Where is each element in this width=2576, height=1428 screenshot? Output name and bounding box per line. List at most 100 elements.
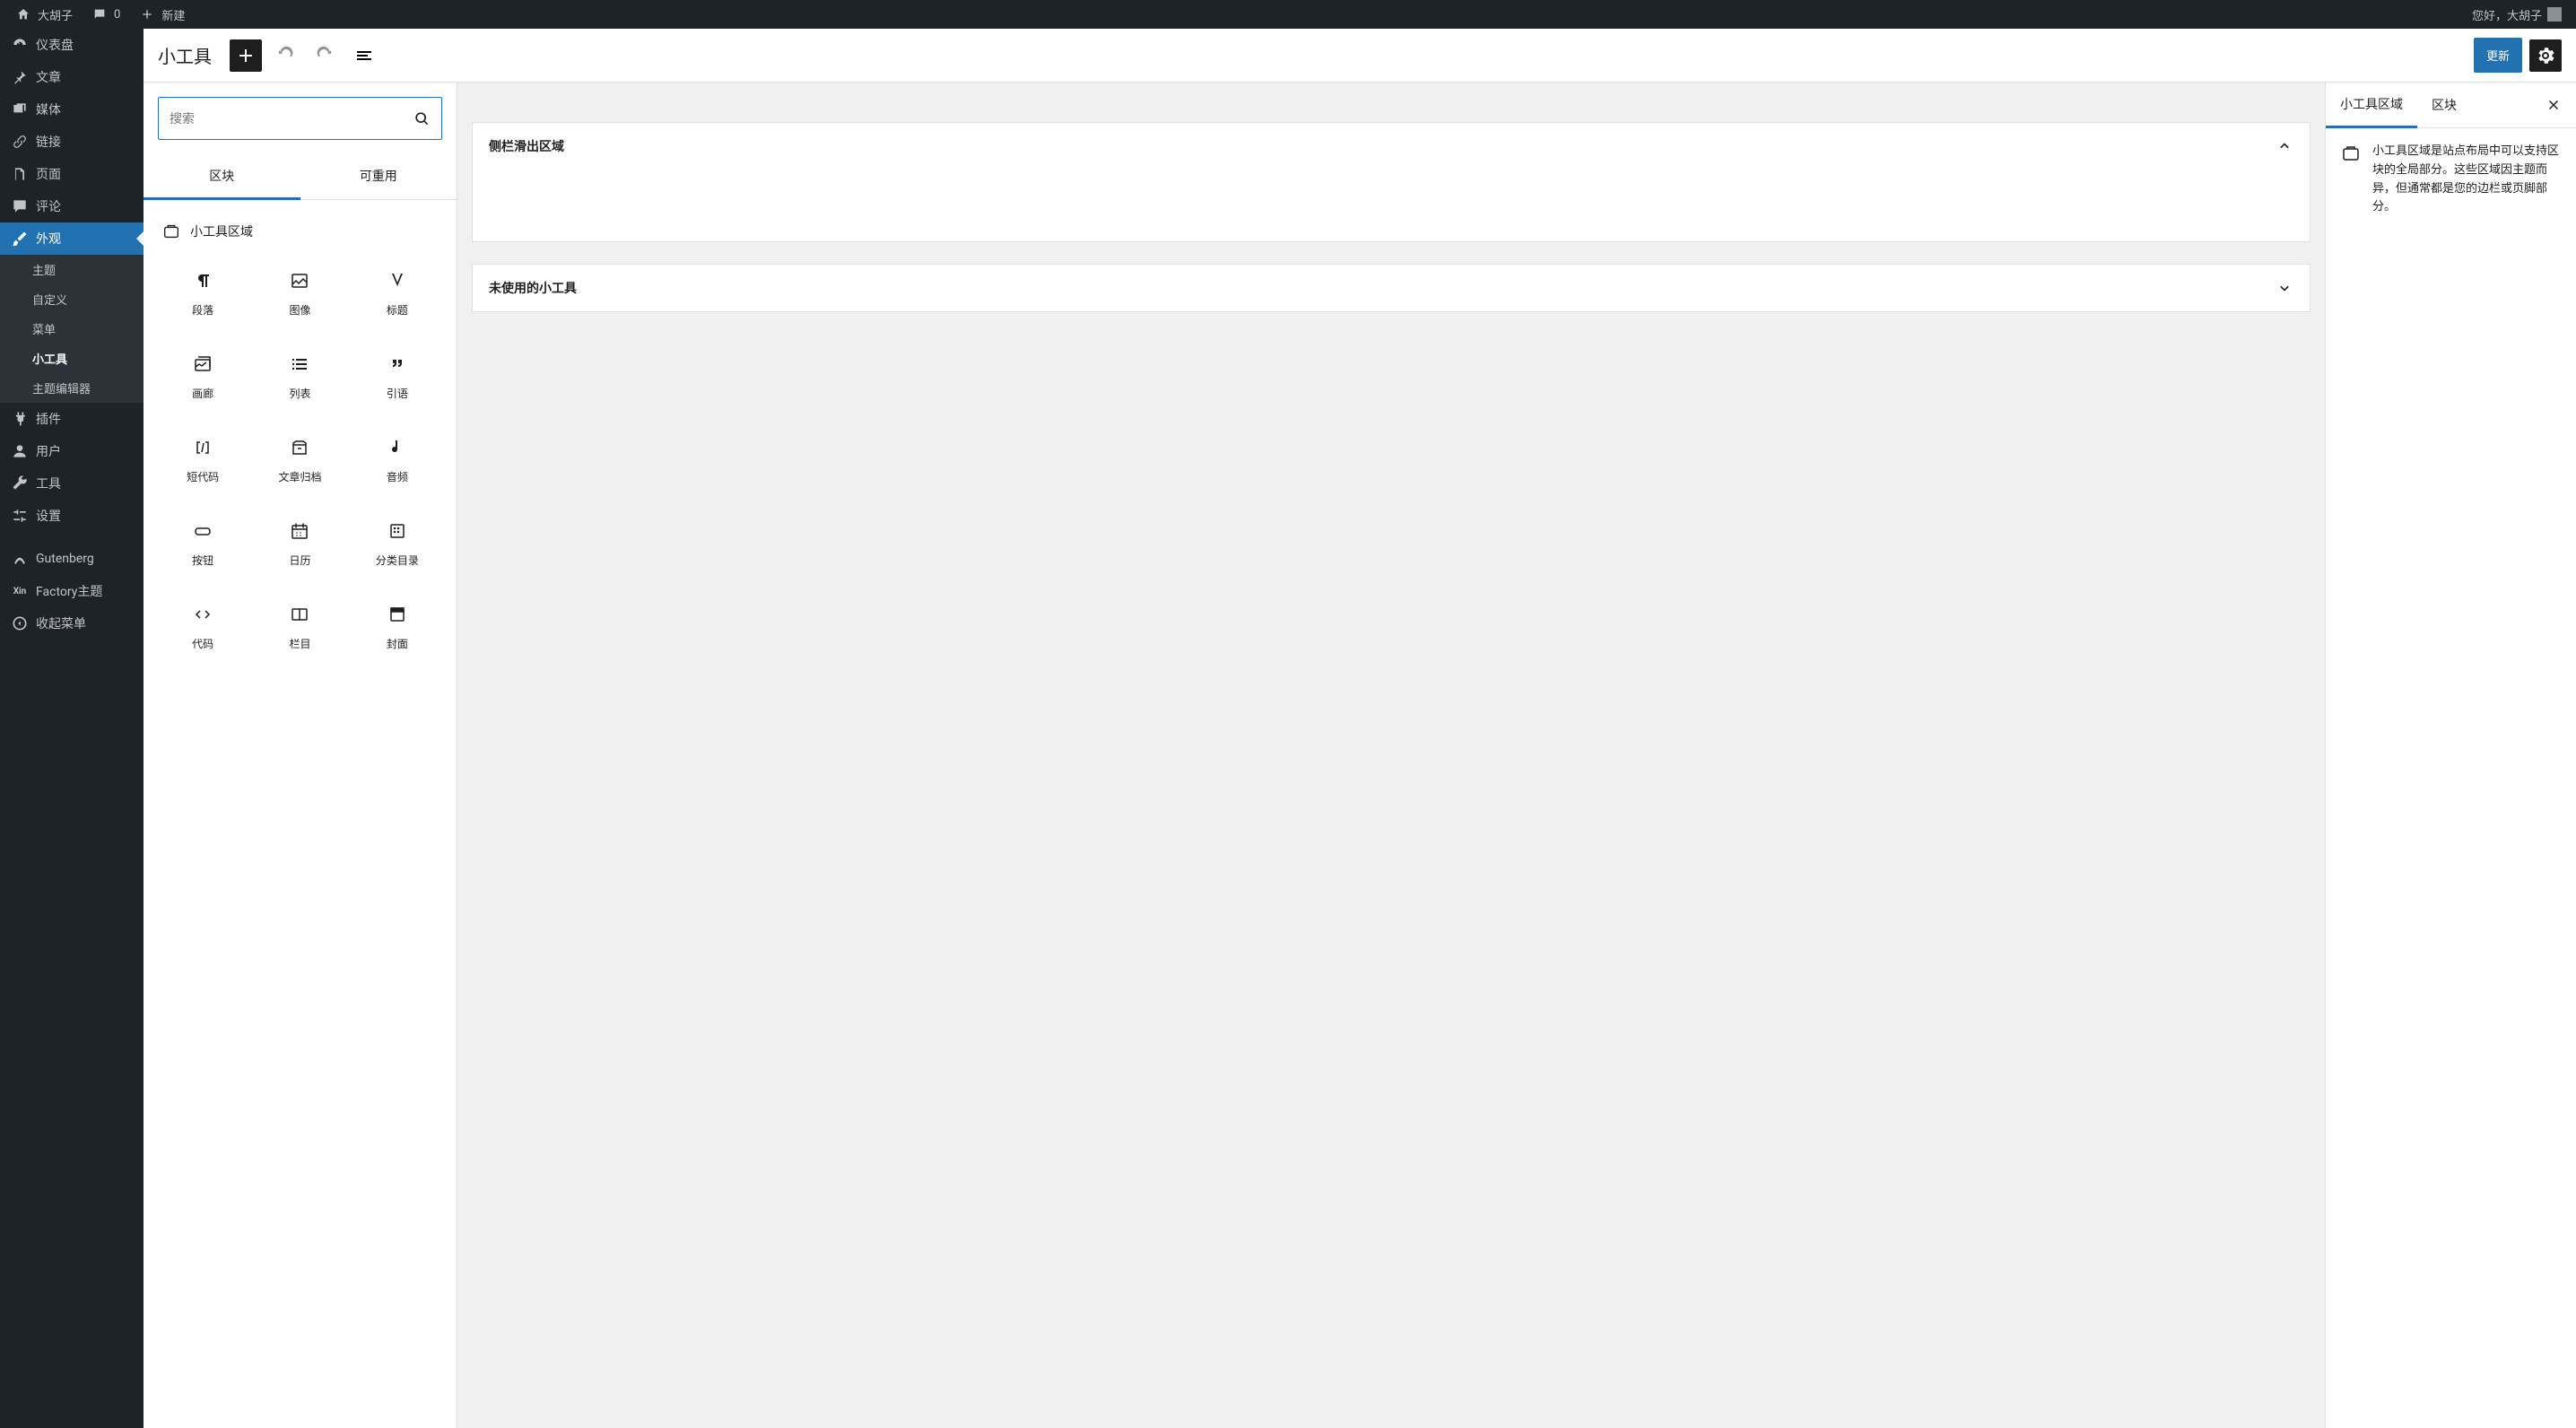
block-item-label: 分类目录 <box>376 553 419 568</box>
block-item-paragraph[interactable]: 段落 <box>158 256 248 332</box>
site-home-link[interactable]: 大胡子 <box>7 0 80 29</box>
shortcode-icon <box>192 437 213 458</box>
block-item-gallery[interactable]: 画廊 <box>158 339 248 415</box>
sidebar-item-users[interactable]: 用户 <box>0 435 144 467</box>
widget-area-header[interactable]: 未使用的小工具 <box>473 265 2310 311</box>
settings-toggle-button[interactable] <box>2529 39 2562 72</box>
block-grid: 段落图像 标题画廊列表 引语短代码文章归档 音频按钮日历分类目录代码栏目 封面 <box>158 256 442 666</box>
gutenberg-icon <box>11 550 29 568</box>
avatar <box>2547 7 2562 22</box>
sidebar-item-settings[interactable]: 设置 <box>0 500 144 532</box>
block-item-audio[interactable]: 音频 <box>352 422 442 499</box>
archive-icon <box>289 437 310 458</box>
sidebar-item-gutenberg[interactable]: Gutenberg <box>0 543 144 575</box>
sidebar-item-label: 用户 <box>36 442 61 460</box>
sidebar-collapse[interactable]: 收起菜单 <box>0 607 144 640</box>
widget-area-header[interactable]: 侧栏滑出区域 <box>473 123 2310 170</box>
search-input[interactable] <box>170 111 413 126</box>
factory-icon: Xin <box>11 582 29 600</box>
undo-button[interactable] <box>269 39 301 72</box>
block-item-cover[interactable]: 封面 <box>352 589 442 666</box>
plug-icon <box>11 410 29 428</box>
page-icon <box>11 165 29 183</box>
media-icon <box>11 100 29 118</box>
widget-area-body[interactable] <box>473 170 2310 241</box>
sidebar-item-pages[interactable]: 页面 <box>0 158 144 190</box>
top-bar-left: 大胡子 0 新建 <box>7 0 192 29</box>
block-item-image[interactable]: 图像 <box>255 256 344 332</box>
sliders-icon <box>11 507 29 525</box>
block-item-heading[interactable]: 标题 <box>352 256 442 332</box>
list-view-button[interactable] <box>348 39 380 72</box>
sidebar-item-label: 收起菜单 <box>36 614 86 632</box>
sidebar-item-label: 页面 <box>36 165 61 183</box>
cover-icon <box>387 604 408 625</box>
inserter-tabs: 区块 可重用 <box>144 154 457 200</box>
tab-widget-area[interactable]: 小工具区域 <box>2326 83 2417 128</box>
submenu-theme-editor[interactable]: 主题编辑器 <box>0 373 144 403</box>
sidebar-item-label: 链接 <box>36 133 61 151</box>
audio-icon <box>387 437 408 458</box>
block-item-label: 列表 <box>289 386 310 401</box>
widget-area-icon <box>2340 143 2362 217</box>
widget-area-inactive: 未使用的小工具 <box>472 264 2311 312</box>
block-item-label: 图像 <box>289 302 310 318</box>
block-item-label: 引语 <box>387 386 408 401</box>
sidebar-item-label: 外观 <box>36 230 61 248</box>
sidebar-item-posts[interactable]: 文章 <box>0 61 144 93</box>
sidebar-item-label: Factory主题 <box>36 582 102 600</box>
block-item-archive[interactable]: 文章归档 <box>255 422 344 499</box>
tab-block[interactable]: 区块 <box>2417 83 2471 126</box>
page-title: 小工具 <box>158 42 212 68</box>
search-icon <box>413 109 431 127</box>
block-item-label: 文章归档 <box>278 469 321 484</box>
sidebar-item-tools[interactable]: 工具 <box>0 467 144 500</box>
widget-area-sidebar: 侧栏滑出区域 <box>472 122 2311 242</box>
close-settings-button[interactable] <box>2531 86 2576 124</box>
add-block-button[interactable] <box>230 39 262 72</box>
sidebar-item-links[interactable]: 链接 <box>0 126 144 158</box>
new-content-link[interactable]: 新建 <box>131 0 192 29</box>
appearance-submenu: 主题 自定义 菜单 小工具 主题编辑器 <box>0 255 144 403</box>
quote-icon <box>387 353 408 375</box>
block-item-label: 音频 <box>387 469 408 484</box>
submenu-themes[interactable]: 主题 <box>0 255 144 284</box>
columns-icon <box>289 604 310 625</box>
block-item-calendar[interactable]: 日历 <box>255 506 344 582</box>
block-item-categories[interactable]: 分类目录 <box>352 506 442 582</box>
wrench-icon <box>11 475 29 492</box>
block-item-shortcode[interactable]: 短代码 <box>158 422 248 499</box>
submenu-menus[interactable]: 菜单 <box>0 314 144 344</box>
sidebar-item-factory[interactable]: Xin Factory主题 <box>0 575 144 607</box>
sidebar-item-label: 媒体 <box>36 100 61 118</box>
submenu-widgets[interactable]: 小工具 <box>0 344 144 373</box>
sidebar-item-media[interactable]: 媒体 <box>0 93 144 126</box>
user-greeting[interactable]: 您好，大胡子 <box>2465 0 2569 29</box>
greeting-text: 您好，大胡子 <box>2472 6 2542 23</box>
block-item-columns[interactable]: 栏目 <box>255 589 344 666</box>
sidebar-item-label: 文章 <box>36 68 61 86</box>
tab-reusable[interactable]: 可重用 <box>300 154 457 199</box>
tab-blocks[interactable]: 区块 <box>144 154 300 200</box>
sidebar-item-appearance[interactable]: 外观 <box>0 222 144 255</box>
sidebar-item-comments[interactable]: 评论 <box>0 190 144 222</box>
block-item-label: 栏目 <box>289 636 310 651</box>
submenu-customize[interactable]: 自定义 <box>0 284 144 314</box>
sidebar-item-dashboard[interactable]: 仪表盘 <box>0 29 144 61</box>
brush-icon <box>11 230 29 248</box>
redo-button[interactable] <box>309 39 341 72</box>
block-item-quote[interactable]: 引语 <box>352 339 442 415</box>
block-item-list[interactable]: 列表 <box>255 339 344 415</box>
block-item-code[interactable]: 代码 <box>158 589 248 666</box>
editor-header: 小工具 更新 <box>144 29 2576 83</box>
block-search[interactable] <box>158 97 442 140</box>
settings-description: 小工具区域是站点布局中可以支持区块的全局部分。这些区域因主题而异，但通常都是您的… <box>2372 143 2562 217</box>
sidebar-item-label: 工具 <box>36 475 61 492</box>
sidebar-item-plugins[interactable]: 插件 <box>0 403 144 435</box>
update-button[interactable]: 更新 <box>2474 38 2522 73</box>
sidebar-item-label: 评论 <box>36 197 61 215</box>
category-title: 小工具区域 <box>158 214 442 256</box>
button-icon <box>192 520 213 542</box>
block-item-button[interactable]: 按钮 <box>158 506 248 582</box>
comments-link[interactable]: 0 <box>83 0 127 29</box>
